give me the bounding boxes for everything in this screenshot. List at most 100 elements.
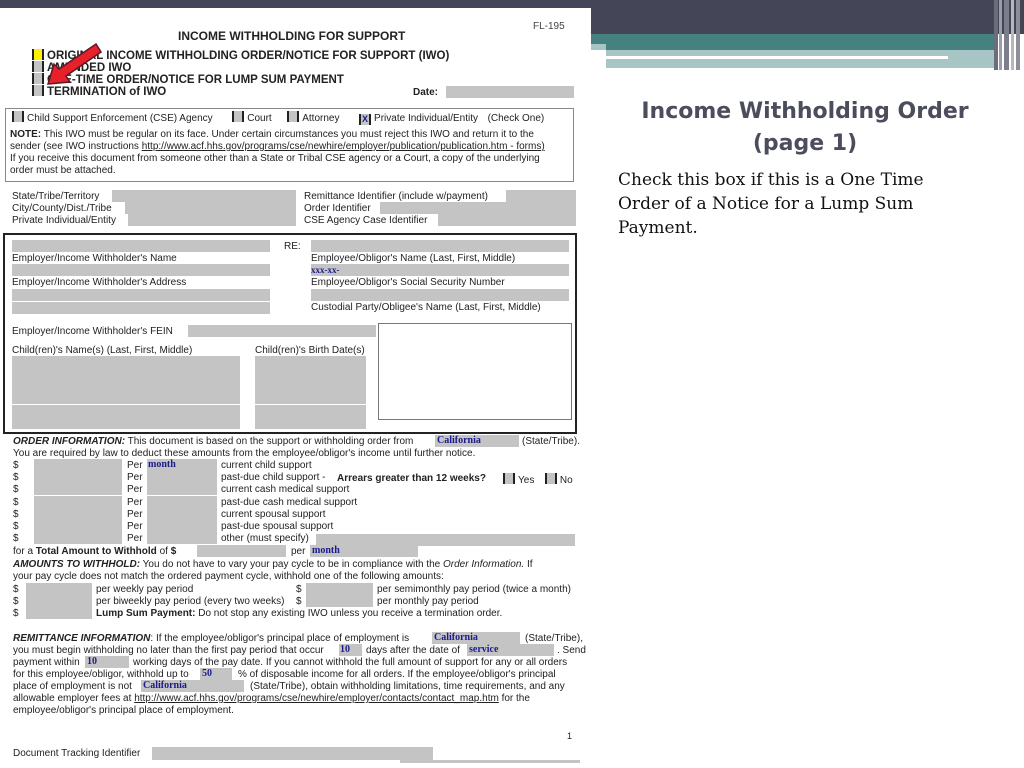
checkbox-attorney[interactable] (287, 111, 300, 122)
total-per-value: month (312, 545, 340, 556)
monthly-amount-field[interactable] (306, 595, 373, 607)
total-amount-field[interactable] (197, 545, 286, 557)
ssn-field[interactable] (311, 264, 569, 276)
tracking-id-underline (400, 760, 580, 763)
slide-accent-band-light-left (590, 44, 606, 50)
biweekly-amount-field[interactable] (26, 595, 92, 607)
employer-address-field-2[interactable] (12, 289, 270, 301)
order-info-line-1: ORDER INFORMATION: This document is base… (13, 436, 413, 448)
per-label: Per (127, 533, 143, 545)
arrears-no-label: No (559, 475, 573, 486)
tracking-id-field[interactable] (152, 747, 433, 760)
total-amount-line: for a Total Amount to Withhold of $ (13, 546, 176, 558)
iwo-option-termination[interactable]: TERMINATION of IWO (32, 85, 166, 98)
checkbox-court[interactable] (232, 111, 245, 122)
contact-map-link[interactable]: http://www.acf.hhs.gov/programs/cse/newh… (134, 693, 499, 704)
sender-type-row: Child Support Enforcement (CSE) Agency C… (12, 111, 544, 125)
total-text: for a (13, 546, 36, 557)
order-frequency-field[interactable] (147, 520, 217, 532)
order-row-description: past-due cash medical support (221, 496, 358, 508)
slide-title-line2: (page 1) (752, 131, 858, 156)
semimonthly-amount-field[interactable] (306, 583, 373, 595)
lump-sum-amount-field[interactable] (26, 607, 92, 619)
order-frequency-field[interactable] (147, 483, 217, 496)
amounts-text: If (526, 559, 533, 570)
children-names-field-2[interactable] (12, 405, 240, 429)
slide-accent-line (606, 56, 948, 59)
order-row-description: current spousal support (221, 508, 326, 520)
biweekly-label: per biweekly pay period (every two weeks… (96, 596, 285, 607)
employer-address-field-3[interactable] (12, 302, 270, 314)
slide-stripes-decoration (994, 0, 1024, 70)
order-amount-field[interactable] (34, 471, 122, 484)
children-names-field-1[interactable] (12, 356, 240, 404)
case-id-label: CSE Agency Case Identifier (304, 215, 428, 226)
state-tribe-label: State/Tribe/Territory (12, 191, 100, 202)
fein-field[interactable] (188, 325, 376, 337)
remittance-state-value: California (434, 632, 478, 643)
arrears-options: Yes No (503, 473, 573, 487)
dollar-sign: $ (13, 533, 19, 545)
page-number: 1 (567, 731, 573, 741)
dollar-sign: $ (13, 508, 19, 520)
city-county-field[interactable] (125, 202, 296, 214)
order-frequency-field[interactable] (147, 495, 217, 508)
case-id-field[interactable] (438, 214, 576, 226)
children-dob-field-1[interactable] (255, 356, 366, 404)
checkbox-arrears-yes[interactable] (503, 473, 515, 484)
order-amount-field[interactable] (34, 483, 122, 496)
checkbox-termination[interactable] (32, 85, 44, 96)
remittance-line-3: payment within (13, 657, 80, 668)
employer-name-field[interactable] (12, 240, 270, 252)
weekly-amount-field[interactable] (26, 583, 92, 595)
additional-info-box[interactable] (378, 323, 572, 420)
sender-type-label: Attorney (302, 113, 340, 124)
order-row-description: past-due child support - (221, 472, 326, 484)
order-frequency-value: month (148, 459, 176, 470)
order-amount-field[interactable] (34, 459, 122, 471)
order-amount-field[interactable] (34, 507, 122, 520)
monthly-label: per monthly pay period (377, 596, 479, 607)
employer-address-field-1[interactable] (12, 264, 270, 276)
slide-accent-band (590, 34, 995, 50)
remittance-id-field[interactable] (506, 190, 576, 202)
order-amount-field[interactable] (34, 520, 122, 532)
order-row-description: current cash medical support (221, 484, 350, 496)
dollar-sign: $ (13, 484, 19, 496)
lump-sum-text: Do not stop any existing IWO unless you … (198, 608, 503, 619)
sender-type-label: Private Individual/Entity (374, 113, 478, 124)
lump-sum-label: Lump Sum Payment: (96, 608, 196, 619)
note-line-1: NOTE: This IWO must be regular on its fa… (10, 129, 534, 141)
instructions-link[interactable]: http://www.acf.hhs.gov/programs/cse/newh… (142, 141, 545, 152)
semimonthly-label: per semimonthly pay period (twice a mont… (377, 584, 571, 595)
dollar-sign: $ (296, 596, 302, 607)
order-row-description: other (must specify) (221, 533, 309, 545)
checkbox-cse-agency[interactable] (12, 111, 24, 122)
order-amount-field[interactable] (34, 495, 122, 508)
employee-name-field[interactable] (311, 240, 569, 252)
checkbox-private[interactable]: X (359, 114, 372, 125)
date-field[interactable] (446, 86, 574, 98)
form-title: INCOME WITHHOLDING FOR SUPPORT (178, 29, 406, 43)
ssn-label: Employee/Obligor's Social Security Numbe… (311, 277, 505, 288)
fein-label: Employer/Income Withholder's FEIN (12, 326, 173, 337)
amounts-line-2: your pay cycle does not match the ordere… (13, 571, 444, 582)
order-frequency-field[interactable] (147, 507, 217, 520)
service-value: service (469, 644, 499, 655)
note-label: NOTE: (10, 129, 42, 140)
order-id-field[interactable] (380, 202, 576, 214)
not-state-value: California (143, 680, 187, 691)
re-label: RE: (284, 241, 301, 252)
children-dob-field-2[interactable] (255, 405, 366, 429)
checkbox-arrears-no[interactable] (544, 473, 557, 484)
state-tribe-field[interactable] (112, 190, 296, 202)
custodial-party-field[interactable] (311, 289, 569, 301)
order-frequency-field[interactable] (147, 532, 217, 545)
sender-type-label: Child Support Enforcement (CSE) Agency (27, 113, 213, 124)
private-entity-field[interactable] (128, 214, 296, 226)
employer-address-label: Employer/Income Withholder's Address (12, 277, 187, 288)
order-info-label: ORDER INFORMATION: (13, 436, 126, 447)
remittance-text: allowable employer fees at (13, 693, 132, 704)
order-frequency-field[interactable] (147, 471, 217, 484)
order-amount-field[interactable] (34, 532, 122, 545)
